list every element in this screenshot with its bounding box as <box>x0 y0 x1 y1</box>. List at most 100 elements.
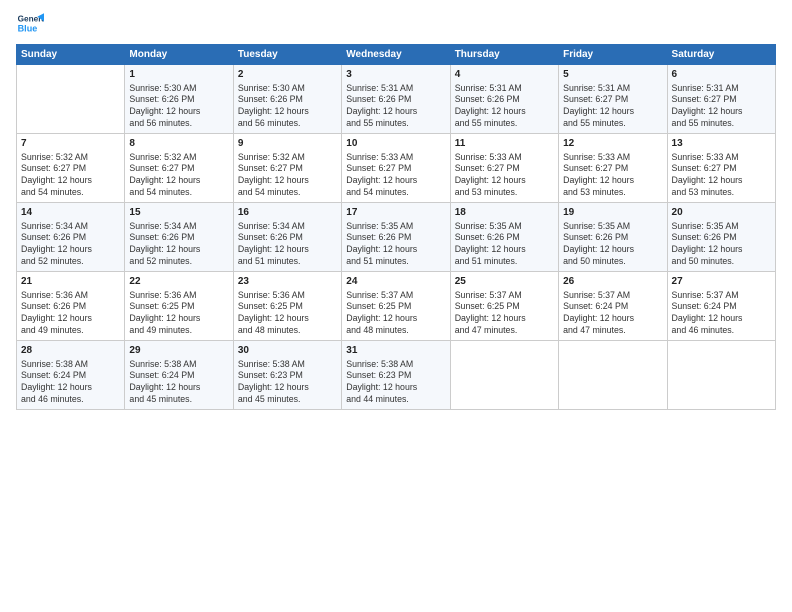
day-info: Sunrise: 5:34 AM Sunset: 6:26 PM Dayligh… <box>238 221 337 269</box>
day-info: Sunrise: 5:32 AM Sunset: 6:27 PM Dayligh… <box>129 152 228 200</box>
day-number: 4 <box>455 68 554 82</box>
day-number: 25 <box>455 275 554 289</box>
day-number: 19 <box>563 206 662 220</box>
day-info: Sunrise: 5:34 AM Sunset: 6:26 PM Dayligh… <box>129 221 228 269</box>
day-number: 27 <box>672 275 771 289</box>
day-info: Sunrise: 5:31 AM Sunset: 6:26 PM Dayligh… <box>346 83 445 131</box>
day-info: Sunrise: 5:35 AM Sunset: 6:26 PM Dayligh… <box>563 221 662 269</box>
day-info: Sunrise: 5:38 AM Sunset: 6:23 PM Dayligh… <box>346 359 445 407</box>
day-number: 1 <box>129 68 228 82</box>
day-number: 6 <box>672 68 771 82</box>
column-header-friday: Friday <box>559 45 667 65</box>
calendar-week-1: 1Sunrise: 5:30 AM Sunset: 6:26 PM Daylig… <box>17 65 776 134</box>
day-info: Sunrise: 5:37 AM Sunset: 6:24 PM Dayligh… <box>672 290 771 338</box>
day-number: 17 <box>346 206 445 220</box>
day-number: 26 <box>563 275 662 289</box>
calendar-cell: 11Sunrise: 5:33 AM Sunset: 6:27 PM Dayli… <box>450 134 558 203</box>
day-info: Sunrise: 5:36 AM Sunset: 6:26 PM Dayligh… <box>21 290 120 338</box>
day-number: 11 <box>455 137 554 151</box>
calendar-cell: 4Sunrise: 5:31 AM Sunset: 6:26 PM Daylig… <box>450 65 558 134</box>
day-number: 31 <box>346 344 445 358</box>
page-header: General Blue <box>16 10 776 38</box>
calendar-cell: 21Sunrise: 5:36 AM Sunset: 6:26 PM Dayli… <box>17 272 125 341</box>
day-number: 22 <box>129 275 228 289</box>
day-number: 15 <box>129 206 228 220</box>
calendar-cell: 30Sunrise: 5:38 AM Sunset: 6:23 PM Dayli… <box>233 341 341 410</box>
calendar-cell: 10Sunrise: 5:33 AM Sunset: 6:27 PM Dayli… <box>342 134 450 203</box>
day-info: Sunrise: 5:31 AM Sunset: 6:27 PM Dayligh… <box>672 83 771 131</box>
day-info: Sunrise: 5:35 AM Sunset: 6:26 PM Dayligh… <box>346 221 445 269</box>
day-info: Sunrise: 5:36 AM Sunset: 6:25 PM Dayligh… <box>238 290 337 338</box>
day-info: Sunrise: 5:34 AM Sunset: 6:26 PM Dayligh… <box>21 221 120 269</box>
day-number: 23 <box>238 275 337 289</box>
calendar-cell: 9Sunrise: 5:32 AM Sunset: 6:27 PM Daylig… <box>233 134 341 203</box>
calendar-week-2: 7Sunrise: 5:32 AM Sunset: 6:27 PM Daylig… <box>17 134 776 203</box>
day-info: Sunrise: 5:30 AM Sunset: 6:26 PM Dayligh… <box>129 83 228 131</box>
calendar-cell: 15Sunrise: 5:34 AM Sunset: 6:26 PM Dayli… <box>125 203 233 272</box>
svg-text:Blue: Blue <box>18 23 38 33</box>
calendar-cell: 1Sunrise: 5:30 AM Sunset: 6:26 PM Daylig… <box>125 65 233 134</box>
day-number: 16 <box>238 206 337 220</box>
day-number: 21 <box>21 275 120 289</box>
calendar-week-4: 21Sunrise: 5:36 AM Sunset: 6:26 PM Dayli… <box>17 272 776 341</box>
calendar-week-5: 28Sunrise: 5:38 AM Sunset: 6:24 PM Dayli… <box>17 341 776 410</box>
calendar-cell: 18Sunrise: 5:35 AM Sunset: 6:26 PM Dayli… <box>450 203 558 272</box>
calendar-cell: 5Sunrise: 5:31 AM Sunset: 6:27 PM Daylig… <box>559 65 667 134</box>
day-number: 13 <box>672 137 771 151</box>
day-info: Sunrise: 5:30 AM Sunset: 6:26 PM Dayligh… <box>238 83 337 131</box>
calendar-cell: 3Sunrise: 5:31 AM Sunset: 6:26 PM Daylig… <box>342 65 450 134</box>
day-info: Sunrise: 5:33 AM Sunset: 6:27 PM Dayligh… <box>563 152 662 200</box>
day-number: 10 <box>346 137 445 151</box>
calendar-cell: 24Sunrise: 5:37 AM Sunset: 6:25 PM Dayli… <box>342 272 450 341</box>
day-info: Sunrise: 5:38 AM Sunset: 6:23 PM Dayligh… <box>238 359 337 407</box>
day-number: 24 <box>346 275 445 289</box>
calendar-cell: 26Sunrise: 5:37 AM Sunset: 6:24 PM Dayli… <box>559 272 667 341</box>
day-info: Sunrise: 5:32 AM Sunset: 6:27 PM Dayligh… <box>238 152 337 200</box>
day-number: 3 <box>346 68 445 82</box>
calendar-cell: 23Sunrise: 5:36 AM Sunset: 6:25 PM Dayli… <box>233 272 341 341</box>
calendar-cell: 31Sunrise: 5:38 AM Sunset: 6:23 PM Dayli… <box>342 341 450 410</box>
calendar-week-3: 14Sunrise: 5:34 AM Sunset: 6:26 PM Dayli… <box>17 203 776 272</box>
day-number: 20 <box>672 206 771 220</box>
calendar-cell: 14Sunrise: 5:34 AM Sunset: 6:26 PM Dayli… <box>17 203 125 272</box>
column-header-monday: Monday <box>125 45 233 65</box>
calendar-cell: 16Sunrise: 5:34 AM Sunset: 6:26 PM Dayli… <box>233 203 341 272</box>
day-info: Sunrise: 5:37 AM Sunset: 6:25 PM Dayligh… <box>346 290 445 338</box>
calendar-cell: 22Sunrise: 5:36 AM Sunset: 6:25 PM Dayli… <box>125 272 233 341</box>
calendar-cell: 8Sunrise: 5:32 AM Sunset: 6:27 PM Daylig… <box>125 134 233 203</box>
day-number: 18 <box>455 206 554 220</box>
calendar-table: SundayMondayTuesdayWednesdayThursdayFrid… <box>16 44 776 410</box>
calendar-cell: 28Sunrise: 5:38 AM Sunset: 6:24 PM Dayli… <box>17 341 125 410</box>
day-info: Sunrise: 5:37 AM Sunset: 6:25 PM Dayligh… <box>455 290 554 338</box>
day-number: 29 <box>129 344 228 358</box>
day-info: Sunrise: 5:38 AM Sunset: 6:24 PM Dayligh… <box>129 359 228 407</box>
day-number: 2 <box>238 68 337 82</box>
calendar-cell: 27Sunrise: 5:37 AM Sunset: 6:24 PM Dayli… <box>667 272 775 341</box>
logo-icon: General Blue <box>16 10 44 38</box>
day-info: Sunrise: 5:31 AM Sunset: 6:27 PM Dayligh… <box>563 83 662 131</box>
day-number: 9 <box>238 137 337 151</box>
day-info: Sunrise: 5:32 AM Sunset: 6:27 PM Dayligh… <box>21 152 120 200</box>
calendar-header-row: SundayMondayTuesdayWednesdayThursdayFrid… <box>17 45 776 65</box>
column-header-wednesday: Wednesday <box>342 45 450 65</box>
column-header-tuesday: Tuesday <box>233 45 341 65</box>
calendar-cell: 7Sunrise: 5:32 AM Sunset: 6:27 PM Daylig… <box>17 134 125 203</box>
calendar-cell <box>559 341 667 410</box>
calendar-cell <box>667 341 775 410</box>
day-number: 28 <box>21 344 120 358</box>
column-header-sunday: Sunday <box>17 45 125 65</box>
day-info: Sunrise: 5:33 AM Sunset: 6:27 PM Dayligh… <box>346 152 445 200</box>
day-number: 12 <box>563 137 662 151</box>
calendar-cell: 6Sunrise: 5:31 AM Sunset: 6:27 PM Daylig… <box>667 65 775 134</box>
calendar-cell: 17Sunrise: 5:35 AM Sunset: 6:26 PM Dayli… <box>342 203 450 272</box>
calendar-cell <box>450 341 558 410</box>
day-info: Sunrise: 5:31 AM Sunset: 6:26 PM Dayligh… <box>455 83 554 131</box>
column-header-thursday: Thursday <box>450 45 558 65</box>
day-number: 5 <box>563 68 662 82</box>
day-info: Sunrise: 5:36 AM Sunset: 6:25 PM Dayligh… <box>129 290 228 338</box>
day-info: Sunrise: 5:33 AM Sunset: 6:27 PM Dayligh… <box>672 152 771 200</box>
day-info: Sunrise: 5:33 AM Sunset: 6:27 PM Dayligh… <box>455 152 554 200</box>
day-number: 30 <box>238 344 337 358</box>
logo: General Blue <box>16 10 44 38</box>
day-info: Sunrise: 5:38 AM Sunset: 6:24 PM Dayligh… <box>21 359 120 407</box>
